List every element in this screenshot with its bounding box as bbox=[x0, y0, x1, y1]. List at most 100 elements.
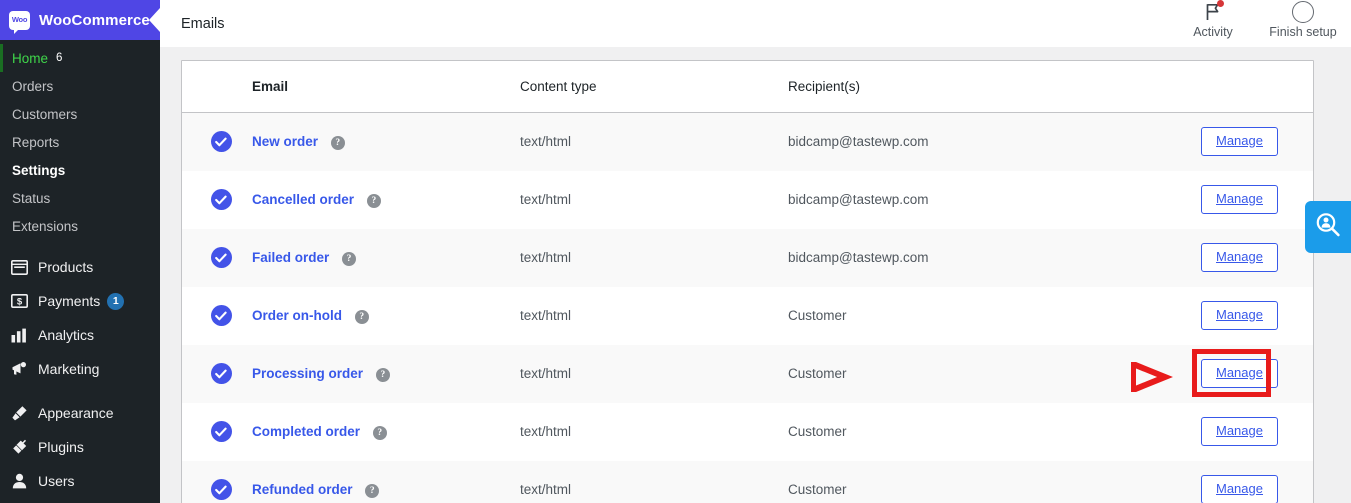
sidebar-item-home-count: 6 bbox=[56, 52, 63, 64]
email-link[interactable]: Completed order bbox=[252, 424, 360, 439]
sidebar-item-appearance-label: Appearance bbox=[38, 405, 114, 421]
users-icon bbox=[9, 471, 29, 491]
sidebar-item-users[interactable]: Users bbox=[0, 464, 160, 498]
manage-wrapper: Manage bbox=[1201, 300, 1278, 331]
table-row: Processing order ? text/html Customer Ma… bbox=[182, 344, 1313, 403]
check-circle-icon[interactable] bbox=[210, 131, 232, 153]
row-status-cell bbox=[182, 461, 252, 503]
manage-wrapper: Manage bbox=[1201, 416, 1278, 447]
sidebar-item-settings-label: Settings bbox=[12, 162, 66, 178]
sidebar-item-products[interactable]: Products bbox=[0, 250, 160, 284]
sidebar-item-payments[interactable]: $ Payments 1 bbox=[0, 284, 160, 318]
sidebar-item-settings[interactable]: Settings bbox=[0, 156, 160, 184]
sidebar-item-home[interactable]: Home 6 bbox=[0, 44, 160, 72]
manage-button[interactable]: Manage bbox=[1201, 127, 1278, 157]
finish-setup-label: Finish setup bbox=[1269, 25, 1337, 39]
row-status-cell bbox=[182, 287, 252, 345]
appearance-icon bbox=[9, 403, 29, 423]
user-search-icon bbox=[1314, 211, 1342, 244]
sidebar-item-appearance[interactable]: Appearance bbox=[0, 396, 160, 430]
sidebar-item-orders[interactable]: Orders bbox=[0, 72, 160, 100]
table-row: New order ? text/html bidcamp@tastewp.co… bbox=[182, 112, 1313, 171]
products-icon bbox=[9, 257, 29, 277]
manage-wrapper: Manage bbox=[1201, 184, 1278, 215]
table-row: Cancelled order ? text/html bidcamp@tast… bbox=[182, 170, 1313, 229]
sidebar-item-analytics[interactable]: Analytics bbox=[0, 318, 160, 352]
row-action-cell: Manage bbox=[1193, 229, 1313, 287]
email-link[interactable]: Processing order bbox=[252, 366, 363, 381]
help-icon[interactable]: ? bbox=[342, 251, 357, 266]
finish-setup-button[interactable]: Finish setup bbox=[1269, 0, 1337, 39]
row-recipients-cell: bidcamp@tastewp.com bbox=[788, 134, 929, 150]
row-email-cell: Cancelled order ? bbox=[252, 171, 520, 229]
row-status-cell bbox=[182, 403, 252, 461]
manage-button[interactable]: Manage bbox=[1201, 474, 1278, 503]
manage-button[interactable]: Manage bbox=[1201, 300, 1278, 331]
check-circle-icon[interactable] bbox=[210, 479, 232, 500]
emails-table-head: Email Content type Recipient(s) bbox=[182, 61, 1313, 113]
sidebar-item-marketing[interactable]: Marketing bbox=[0, 352, 160, 386]
column-header-email: Email bbox=[252, 61, 520, 113]
check-circle-icon[interactable] bbox=[210, 363, 232, 384]
email-link[interactable]: New order bbox=[252, 134, 318, 149]
column-header-recipients: Recipient(s) bbox=[788, 61, 1193, 113]
sidebar-item-analytics-label: Analytics bbox=[38, 327, 95, 343]
row-email-cell: Processing order ? bbox=[252, 345, 520, 403]
main-content: Emails Activity Finish setup Email Conte… bbox=[160, 0, 1351, 503]
sidebar-item-users-label: Users bbox=[38, 473, 75, 489]
row-content-type-cell: text/html bbox=[520, 308, 572, 323]
row-email-cell: Failed order ? bbox=[252, 229, 520, 287]
payments-icon: $ bbox=[9, 291, 29, 311]
manage-button[interactable]: Manage bbox=[1201, 416, 1278, 447]
sidebar-item-plugins[interactable]: Plugins bbox=[0, 430, 160, 464]
sidebar-divider-2 bbox=[0, 386, 160, 396]
circle-progress-icon bbox=[1292, 1, 1314, 23]
sidebar-item-extensions[interactable]: Extensions bbox=[0, 212, 160, 240]
sidebar-item-extensions-label: Extensions bbox=[12, 218, 79, 234]
sidebar-submenu: Home 6 Orders Customers Reports Settings… bbox=[0, 40, 160, 240]
check-circle-icon[interactable] bbox=[210, 421, 232, 442]
row-action-cell: Manage bbox=[1193, 287, 1313, 345]
sidebar-item-customers[interactable]: Customers bbox=[0, 100, 160, 128]
triangle-left-icon[interactable] bbox=[149, 8, 160, 32]
user-search-side-tab[interactable] bbox=[1305, 201, 1351, 253]
woocommerce-brand-bar[interactable]: Woo WooCommerce bbox=[0, 0, 160, 40]
email-link[interactable]: Order on-hold bbox=[252, 308, 342, 323]
help-icon[interactable]: ? bbox=[372, 425, 387, 440]
table-row: Completed order ? text/html Customer Man… bbox=[182, 402, 1313, 461]
row-action-cell: Manage bbox=[1193, 461, 1313, 503]
help-icon[interactable]: ? bbox=[354, 309, 369, 324]
row-action-cell: Manage bbox=[1193, 403, 1313, 461]
check-circle-icon[interactable] bbox=[210, 189, 232, 210]
emails-table-card: Email Content type Recipient(s) New orde… bbox=[181, 60, 1314, 503]
table-row: Refunded order ? text/html Customer Mana… bbox=[182, 460, 1313, 503]
sidebar-item-status-label: Status bbox=[12, 190, 51, 206]
row-action-cell: Manage bbox=[1130, 345, 1313, 403]
help-icon[interactable]: ? bbox=[366, 193, 381, 208]
column-header-actions bbox=[1193, 61, 1313, 113]
analytics-icon bbox=[9, 325, 29, 345]
help-icon[interactable]: ? bbox=[330, 135, 345, 150]
row-recipients-cell: Customer bbox=[788, 308, 847, 323]
sidebar-divider bbox=[0, 240, 160, 250]
sidebar-item-orders-label: Orders bbox=[12, 78, 54, 94]
sidebar-item-plugins-label: Plugins bbox=[38, 439, 84, 455]
help-icon[interactable]: ? bbox=[365, 483, 380, 498]
sidebar-item-reports[interactable]: Reports bbox=[0, 128, 160, 156]
woocommerce-admin-screen: Woo WooCommerce Home 6 Orders Customers … bbox=[0, 0, 1351, 503]
row-recipients-cell: Customer bbox=[788, 424, 847, 439]
row-recipients-cell: Customer bbox=[788, 366, 847, 381]
marketing-icon bbox=[9, 359, 29, 379]
manage-button[interactable]: Manage bbox=[1201, 242, 1278, 273]
sidebar-item-status[interactable]: Status bbox=[0, 184, 160, 212]
activity-button[interactable]: Activity bbox=[1181, 0, 1245, 39]
check-circle-icon[interactable] bbox=[210, 305, 232, 326]
email-link[interactable]: Failed order bbox=[252, 250, 329, 265]
manage-button[interactable]: Manage bbox=[1201, 184, 1278, 215]
check-circle-icon[interactable] bbox=[210, 247, 232, 268]
manage-button[interactable]: Manage bbox=[1201, 358, 1278, 389]
email-link[interactable]: Refunded order bbox=[252, 482, 353, 497]
row-email-cell: Completed order ? bbox=[252, 403, 520, 461]
help-icon[interactable]: ? bbox=[375, 367, 390, 382]
email-link[interactable]: Cancelled order bbox=[252, 192, 354, 207]
